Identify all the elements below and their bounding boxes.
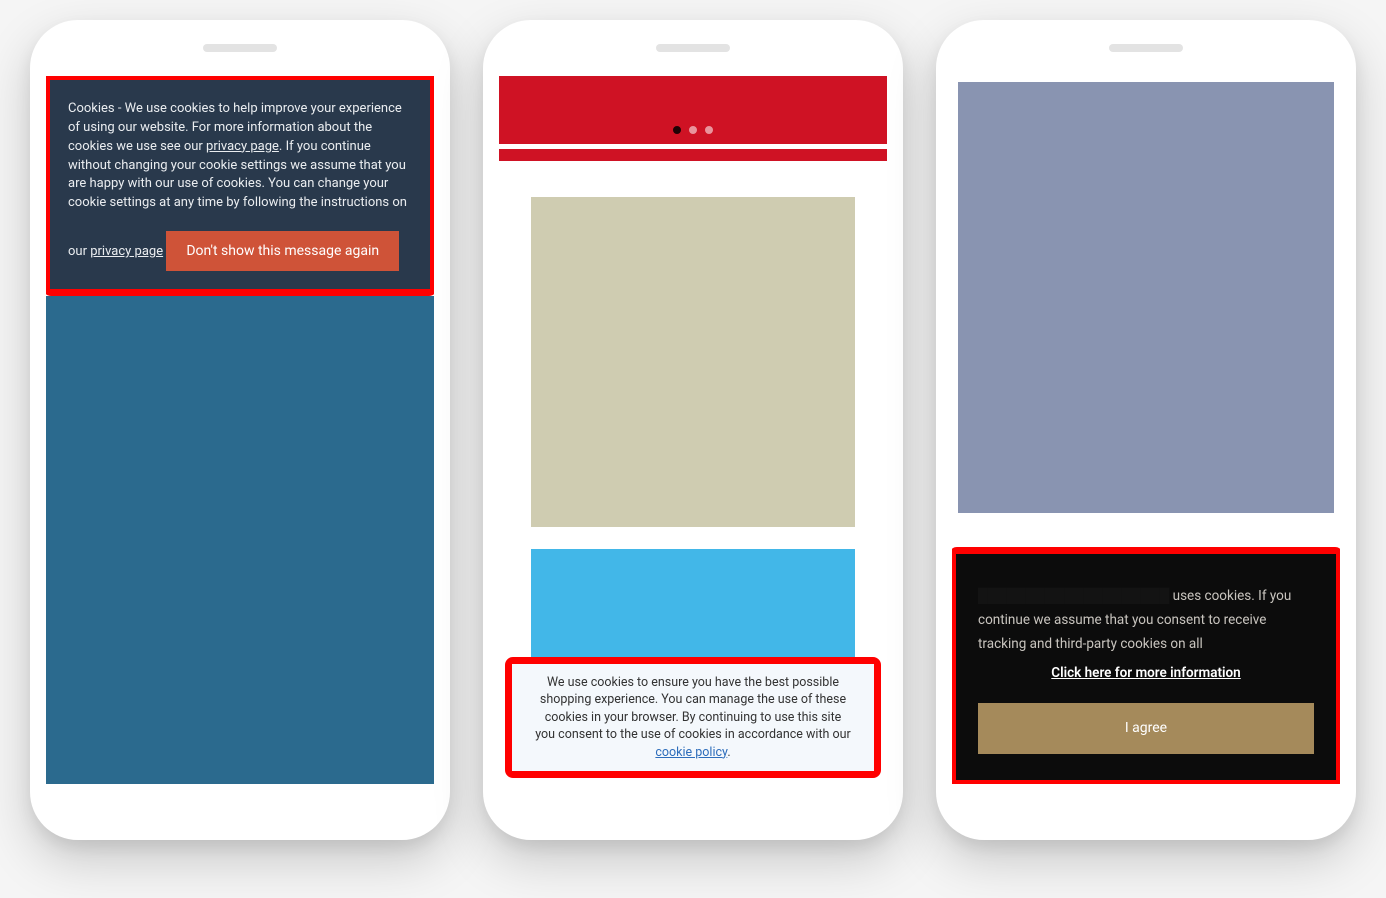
phone-frame-3: ████████████████████ uses cookies. If yo… [936,20,1356,840]
phone-speaker [1109,44,1183,52]
phone-screen-2: We use cookies to ensure you have the be… [499,76,887,784]
more-information-link[interactable]: Click here for more information [978,661,1314,685]
page-header-bar [499,76,887,144]
agree-button[interactable]: I agree [978,703,1314,754]
page-content-gap [952,513,1340,547]
phone-screen-1: Cookies - We use cookies to help improve… [46,76,434,784]
cookie-banner-text: ████████████████████ uses cookies. If yo… [978,584,1314,657]
cookie-banner-dark: ████████████████████ uses cookies. If yo… [956,554,1336,780]
carousel-dots [673,126,713,134]
cookie-banner-bottom: We use cookies to ensure you have the be… [512,664,874,772]
phone-frame-2: We use cookies to ensure you have the be… [483,20,903,840]
cookie-policy-link[interactable]: cookie policy [655,745,727,760]
phone-screen-3: ████████████████████ uses cookies. If yo… [952,76,1340,784]
carousel-dot[interactable] [705,126,713,134]
page-hero-placeholder [958,82,1334,513]
carousel-dot[interactable] [673,126,681,134]
phone-frame-1: Cookies - We use cookies to help improve… [30,20,450,840]
content-block-image [531,197,855,527]
privacy-page-link[interactable]: privacy page [206,139,279,154]
privacy-page-link-2[interactable]: privacy page [90,244,163,259]
dismiss-cookie-button[interactable]: Don't show this message again [166,231,399,271]
cookie-banner-top: Cookies - We use cookies to help improve… [50,80,430,289]
page-subheader-bar [499,149,887,161]
highlight-annotation-3: ████████████████████ uses cookies. If yo… [952,547,1340,784]
phone-speaker [656,44,730,52]
phone-speaker [203,44,277,52]
page-content-placeholder [46,296,434,784]
carousel-dot-active[interactable] [689,126,697,134]
highlight-annotation-1: Cookies - We use cookies to help improve… [46,76,434,296]
cookie-banner-text: We use cookies to ensure you have the be… [535,675,851,760]
highlight-annotation-2: We use cookies to ensure you have the be… [505,657,881,779]
